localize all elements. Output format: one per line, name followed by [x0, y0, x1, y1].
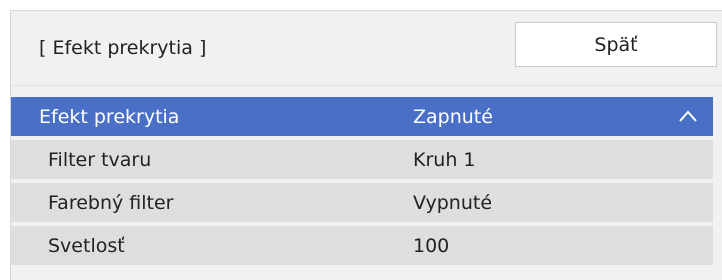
menu-item-label: Farebný filter — [48, 191, 174, 214]
menu-item-filter-tvaru[interactable]: Filter tvaru Kruh 1 — [11, 140, 713, 179]
menu-item-svetlost[interactable]: Svetlosť 100 — [11, 226, 713, 265]
chevron-up-icon[interactable] — [678, 109, 698, 123]
settings-menu: Efekt prekrytia Zapnuté Filter tvaru Kru… — [11, 97, 713, 269]
back-button[interactable]: Späť — [515, 22, 717, 67]
menu-item-value: Zapnuté — [413, 105, 493, 128]
menu-item-value: 100 — [413, 234, 450, 257]
menu-item-value: Vypnuté — [413, 191, 493, 214]
menu-item-efekt-prekrytia[interactable]: Efekt prekrytia Zapnuté — [11, 97, 713, 136]
settings-panel: [ Efekt prekrytia ] Späť Efekt prekrytia… — [10, 10, 722, 280]
menu-item-label: Svetlosť — [48, 234, 125, 257]
header-divider — [11, 85, 722, 86]
menu-item-value: Kruh 1 — [413, 148, 476, 171]
menu-item-label: Filter tvaru — [48, 148, 152, 171]
menu-item-label: Efekt prekrytia — [39, 105, 180, 128]
page-title: [ Efekt prekrytia ] — [39, 37, 207, 59]
menu-item-farebny-filter[interactable]: Farebný filter Vypnuté — [11, 183, 713, 222]
